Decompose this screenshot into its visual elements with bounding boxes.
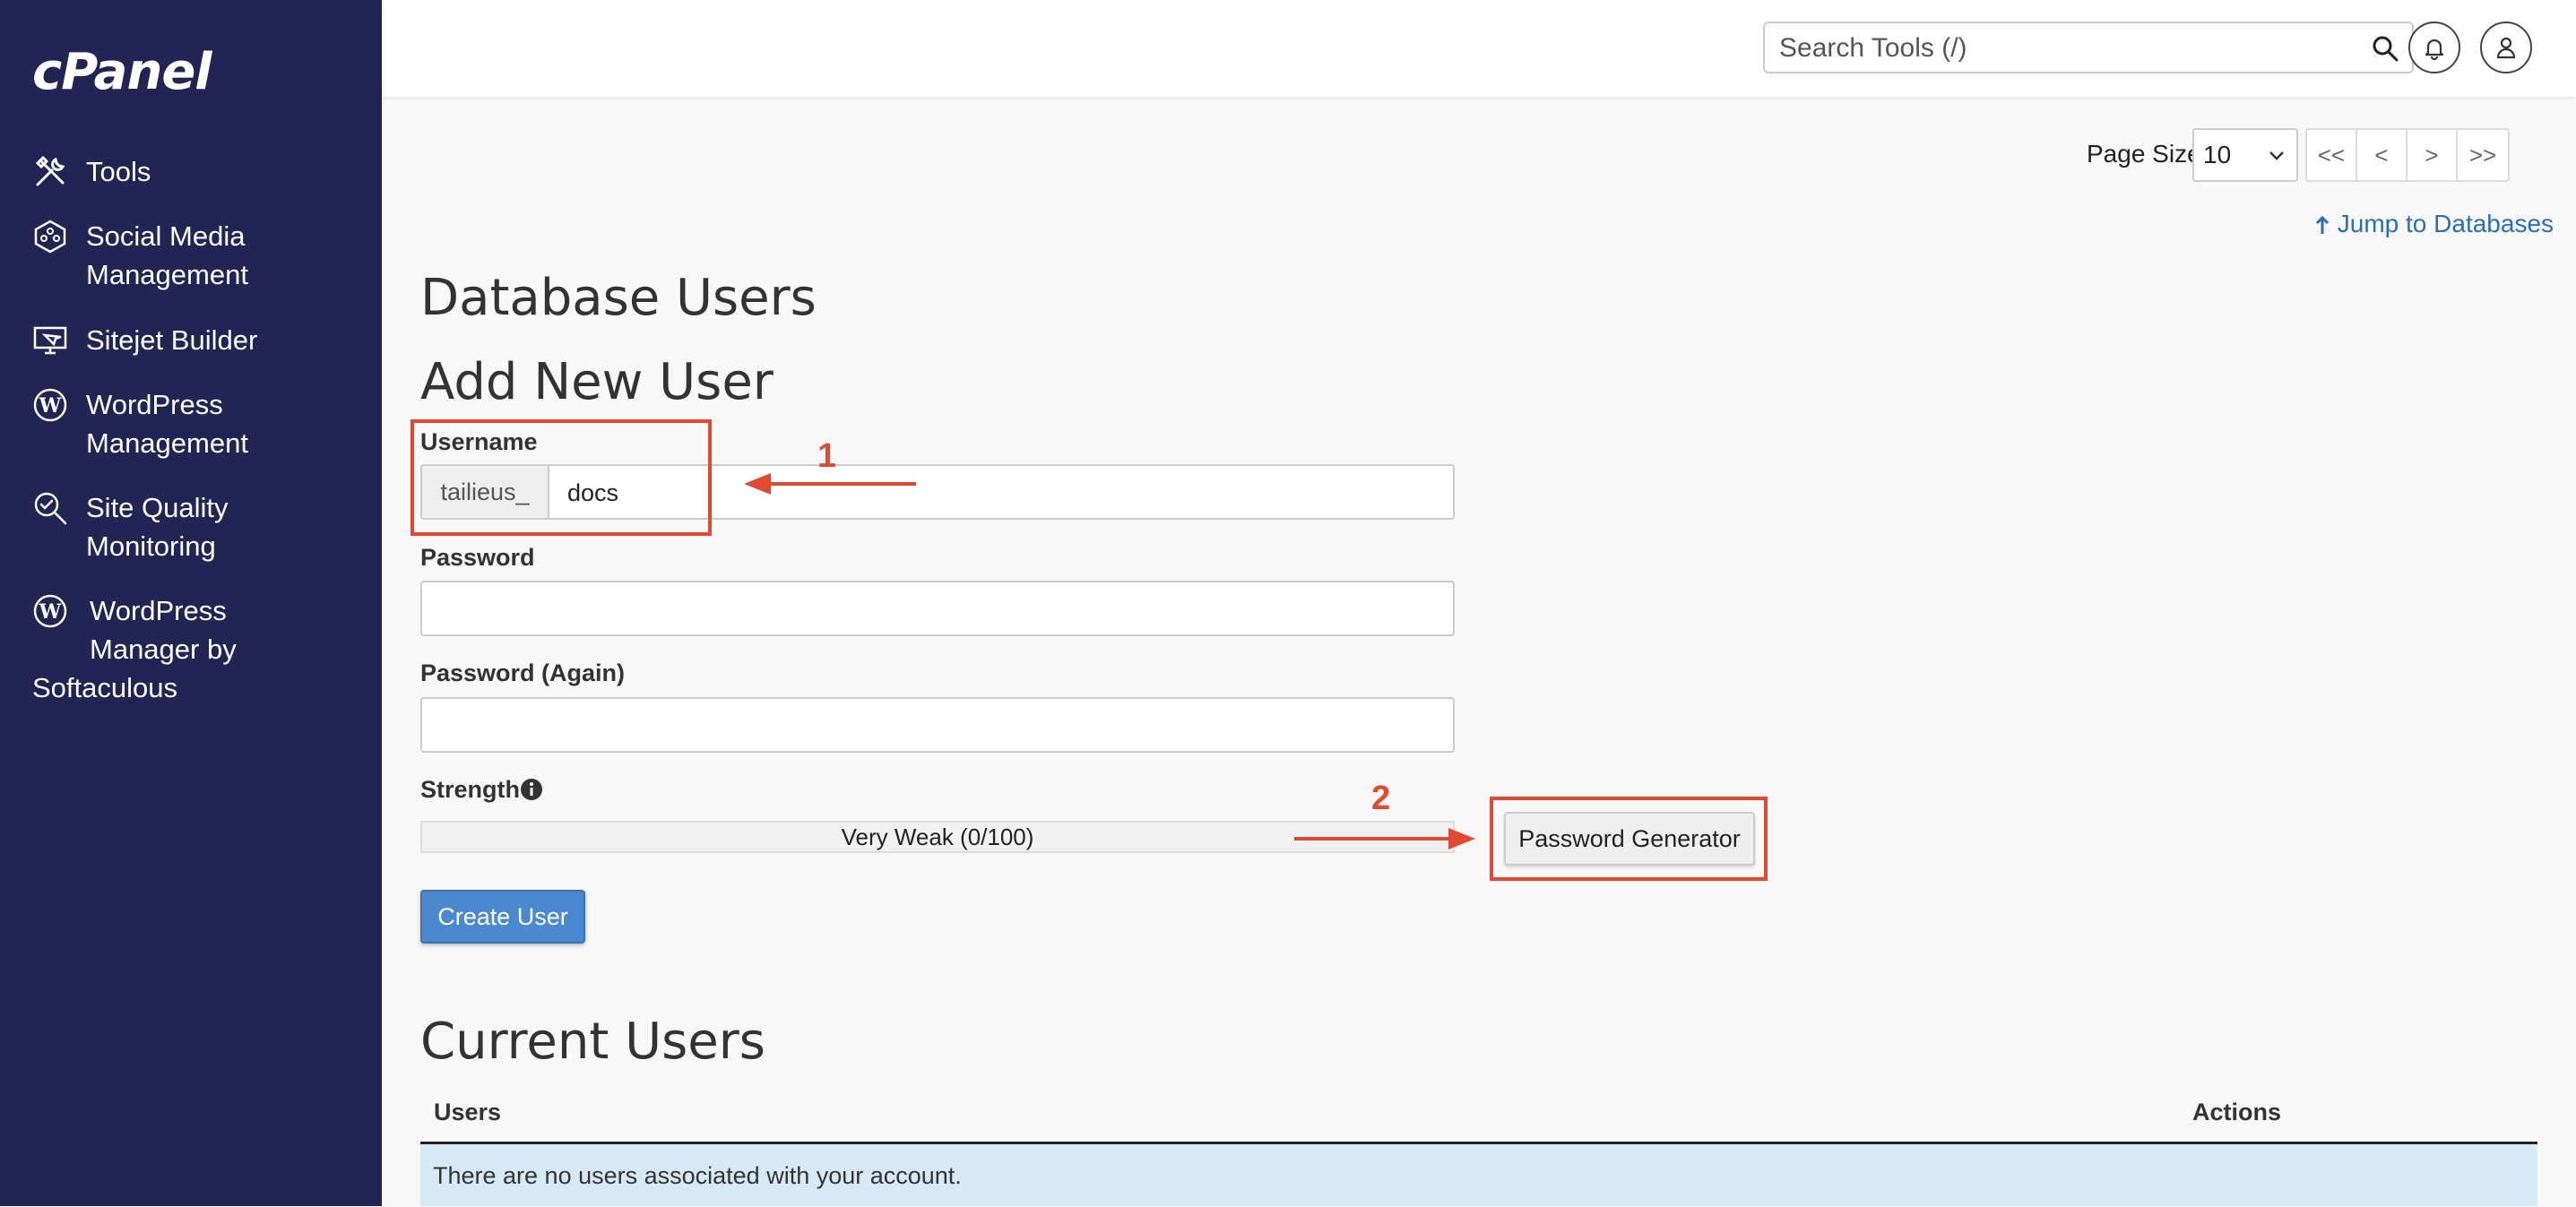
strength-label: Strength [420,776,520,803]
next-page-button[interactable]: > [2407,130,2458,180]
actions-column-header: Actions [2192,1099,2282,1125]
sidebar-item-label: Social Media Management [86,220,248,290]
search-box[interactable] [1763,22,2414,73]
empty-users-row: There are no users associated with your … [420,1144,2537,1206]
password-again-label: Password (Again) [420,660,626,686]
wordpress-icon: W [32,593,68,629]
sitejet-icon [32,323,68,358]
search-input[interactable] [1777,29,2355,68]
pagination-controls: << < > >> [2305,128,2510,182]
first-page-button[interactable]: << [2307,130,2357,180]
last-page-button[interactable]: >> [2458,130,2508,180]
cpanel-logo[interactable]: cPanel [32,43,212,101]
jump-to-databases-link[interactable]: Jump to Databases [2314,210,2554,238]
sidebar-item-site-quality[interactable]: Site Quality Monitoring [32,488,229,565]
users-column-header[interactable]: Users [434,1099,501,1126]
page-size-select[interactable]: 10 [2192,128,2298,182]
search-icon[interactable] [2371,34,2399,63]
prev-page-button[interactable]: < [2357,130,2407,180]
bell-icon [2425,39,2444,60]
svg-text:W: W [39,394,62,418]
page-title: Database Users [420,269,817,327]
user-menu-button[interactable] [2480,22,2532,73]
sidebar-item-wordpress-management[interactable]: W WordPress Management [32,385,248,462]
annotation-arrow-1 [744,473,916,495]
current-users-heading: Current Users [420,1013,765,1071]
chevron-down-icon [2269,151,2284,160]
add-user-heading: Add New User [420,353,774,411]
password-again-input[interactable] [420,697,1455,753]
info-icon[interactable] [520,778,543,801]
sidebar-item-label: WordPress Management [86,389,248,459]
user-icon [2496,37,2516,59]
wordpress-icon: W [32,387,68,423]
sidebar-item-label: Sitejet Builder [86,324,258,356]
tools-icon [32,154,68,190]
sidebar-item-tools[interactable]: Tools [32,152,151,191]
svg-text:W: W [39,600,62,624]
site-quality-icon [32,490,68,526]
sidebar-item-label: Site Quality Monitoring [86,492,229,562]
sidebar-item-sitejet[interactable]: Sitejet Builder [32,321,257,359]
sidebar-item-wordpress-manager[interactable]: W WordPress Manager by [32,591,237,668]
password-input[interactable] [420,581,1455,636]
sidebar-item-social-media[interactable]: Social Media Management [32,217,248,294]
annotation-number-2: 2 [1371,780,1391,817]
page-size-value: 10 [2203,141,2232,168]
social-media-icon [32,219,68,254]
annotation-box-2 [1490,797,1768,881]
create-user-button[interactable]: Create User [420,890,585,944]
annotation-box-1 [411,419,712,536]
sidebar-item-label: WordPress Manager by [90,595,237,665]
password-label: Password [420,544,535,571]
sidebar-item-label: Tools [86,156,151,187]
notifications-button[interactable] [2408,22,2460,73]
sidebar: cPanel Tools Social Media Management Sit… [0,0,382,1206]
sidebar-item-label-tail[interactable]: Softaculous [32,668,177,707]
jump-link-label: Jump to Databases [2337,210,2554,237]
top-bar [382,0,2576,97]
arrow-up-icon [2315,215,2330,234]
page-size-label: Page Size [2087,140,2201,168]
annotation-arrow-2 [1294,828,1475,849]
